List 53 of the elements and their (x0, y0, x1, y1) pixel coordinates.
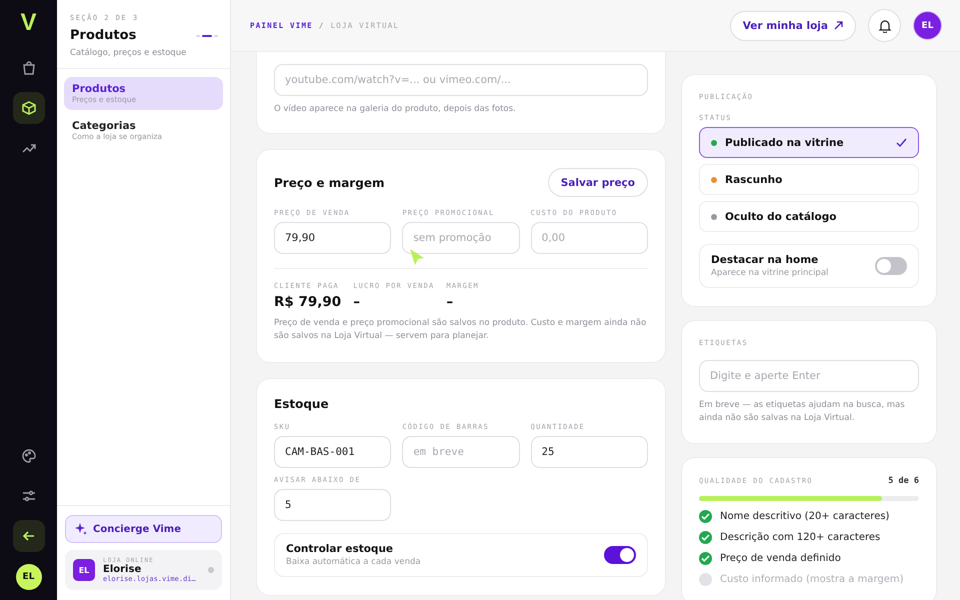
input-field[interactable]: sem promoção (402, 222, 520, 254)
card-title: Estoque (274, 396, 330, 411)
card-title: Preço e margem (274, 176, 384, 190)
section-title: Produtos (70, 28, 136, 43)
rail-button[interactable] (12, 92, 44, 124)
input-field[interactable]: 25 (530, 436, 648, 468)
concierge-button[interactable]: Concierge Vime (65, 515, 222, 543)
video-url-field[interactable]: youtube.com/watch?v=... ou vimeo.com/... (274, 64, 648, 96)
view-store-button[interactable]: Ver minha loja (730, 10, 856, 40)
stat-value: – (446, 294, 454, 310)
toggle-subtitle: Aparece na vitrine principal (711, 268, 828, 278)
input-field[interactable]: 5 (274, 488, 392, 521)
checklist-item: Preço de venda definido (720, 553, 841, 564)
sliders-icon (20, 488, 36, 504)
stat-value: R$ 79,90 (274, 294, 342, 310)
palette-icon (20, 448, 36, 464)
stat-value: – (353, 294, 361, 310)
checklist-item: Nome descritivo (20+ caracteres) (720, 511, 890, 522)
cursor-icon (409, 248, 425, 266)
rail-button[interactable] (12, 520, 44, 552)
store-avatar: EL (73, 559, 95, 581)
input-field[interactable]: 0,00 (530, 222, 648, 254)
toggle-title: Controlar estoque (286, 542, 394, 555)
shopping-bag-icon (20, 60, 36, 76)
help-text: O vídeo aparece na galeria do produto, depois das fotos. (274, 103, 517, 116)
quality-count: 5 de 6 (888, 476, 919, 486)
input-field[interactable]: 79,90 (274, 222, 392, 254)
toggle-subtitle: Baixa automática a cada venda (286, 556, 421, 567)
logo: V (20, 10, 36, 36)
checklist-item: Custo informado (mostra a margem) (720, 574, 904, 586)
status-option[interactable]: Rascunho (699, 164, 919, 195)
toggle-title: Destacar na home (711, 254, 820, 266)
section-subtitle: Catálogo, preços e estoque (70, 48, 188, 58)
note-text: Preço de venda e preço promocional são salvos no produto. Custo e margem ainda não são salvos na Loja Virtual — servem para planejar. (274, 317, 648, 344)
input-field[interactable]: em breve (402, 436, 520, 468)
user-avatar[interactable]: EL (16, 564, 42, 590)
user-avatar[interactable]: EL (913, 11, 942, 40)
input-field[interactable]: CAM-BAS-001 (274, 436, 392, 468)
bell-icon (878, 18, 892, 32)
toggle-switch[interactable] (875, 257, 907, 275)
box-icon (20, 100, 36, 116)
save-price-button[interactable]: Salvar preço (548, 168, 648, 198)
arrow-up-right-icon (834, 21, 843, 30)
notifications-button[interactable] (868, 9, 901, 42)
status-option[interactable]: Oculto do catálogo (699, 201, 919, 232)
toggle-switch[interactable] (604, 546, 636, 564)
tag-input-field[interactable]: Digite e aperte Enter (699, 360, 919, 392)
sparkle-icon (75, 523, 87, 535)
store-name: Elorise (103, 564, 142, 575)
status-option[interactable]: Publicado na vitrine (699, 127, 919, 158)
checklist-item: Descrição com 120+ caracteres (720, 532, 880, 544)
help-text: Em breve — as etiquetas ajudam na busca, mas ainda não são salvas na Loja Virtual. (699, 399, 906, 426)
check-icon (896, 138, 907, 147)
